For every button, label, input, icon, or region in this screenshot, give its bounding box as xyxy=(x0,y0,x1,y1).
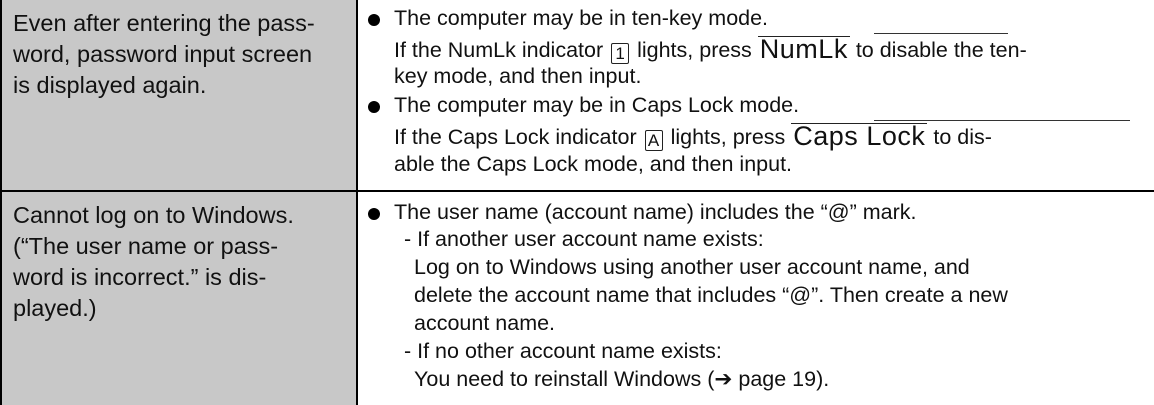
troubleshooting-table: Even after entering the pass- word, pass… xyxy=(0,0,1154,405)
solution-cell: The user name (account name) includes th… xyxy=(358,192,1154,405)
detail-text: to disable the ten- xyxy=(855,38,1027,62)
table-row: Even after entering the pass- word, pass… xyxy=(0,0,1154,192)
solution-main: The user name (account name) includes th… xyxy=(394,200,917,224)
numlk-key: NumLk xyxy=(757,34,850,64)
detail-text: lights, press xyxy=(637,38,752,62)
solution-main: The computer may be in ten-key mode. xyxy=(394,6,769,30)
detail-text: If the Caps Lock indicator xyxy=(394,125,637,149)
solution-detail: If the NumLk indicator 1 lights, press N… xyxy=(394,36,1027,64)
problem-text: Cannot log on to Windows. (“The user nam… xyxy=(13,202,294,321)
bullet-icon xyxy=(368,208,380,220)
capslock-indicator-icon: A xyxy=(644,130,663,151)
caps-lock-key: Caps Lock xyxy=(791,121,928,151)
numlock-indicator-icon: 1 xyxy=(611,43,630,64)
solution-line: - If another user account name exists: xyxy=(404,227,764,251)
problem-text: Even after entering the pass- word, pass… xyxy=(13,10,315,98)
underline-rule xyxy=(874,33,1008,34)
problem-cell: Even after entering the pass- word, pass… xyxy=(0,0,358,192)
bullet-icon xyxy=(368,101,380,113)
solution-detail-cont: able the Caps Lock mode, and then input. xyxy=(394,152,793,176)
solution-line: account name. xyxy=(414,311,556,335)
detail-text: If the NumLk indicator xyxy=(394,38,604,62)
solution-line: Log on to Windows using another user acc… xyxy=(414,255,970,279)
table-row: Cannot log on to Windows. (“The user nam… xyxy=(0,192,1154,405)
solution-main: The computer may be in Caps Lock mode. xyxy=(394,93,800,117)
solution-detail: If the Caps Lock indicator A lights, pre… xyxy=(394,123,992,151)
solution-line: - If no other account name exists: xyxy=(404,339,722,363)
detail-text: to dis- xyxy=(933,125,992,149)
detail-text: lights, press xyxy=(670,125,786,149)
bullet-icon xyxy=(368,14,380,26)
solution-detail-cont: key mode, and then input. xyxy=(394,64,642,88)
problem-cell: Cannot log on to Windows. (“The user nam… xyxy=(0,192,358,405)
solution-line: You need to reinstall Windows (➔ page 19… xyxy=(414,367,830,391)
solution-line: delete the account name that includes “@… xyxy=(414,283,1008,307)
solution-cell: The computer may be in ten-key mode. If … xyxy=(358,0,1154,192)
